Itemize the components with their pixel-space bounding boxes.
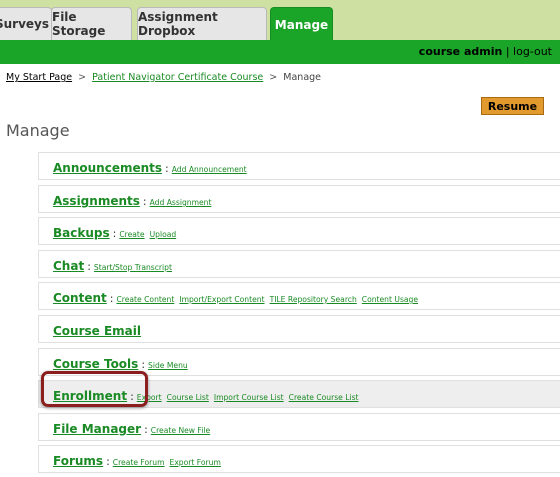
sub-link-tile-repository-search[interactable]: TILE Repository Search: [270, 295, 357, 304]
breadcrumb-separator: >: [78, 72, 87, 83]
tab-surveys[interactable]: Surveys: [0, 7, 52, 40]
user-separator: |: [502, 45, 514, 58]
sub-link-content-usage[interactable]: Content Usage: [362, 295, 418, 304]
tab-file-storage[interactable]: File Storage: [51, 7, 132, 40]
tool-link-assignments[interactable]: Assignments: [53, 194, 140, 208]
tool-link-course-email[interactable]: Course Email: [53, 324, 141, 338]
page-title: Manage: [6, 121, 70, 140]
sub-link-create-forum[interactable]: Create Forum: [113, 458, 165, 467]
logout-link[interactable]: log-out: [513, 45, 552, 58]
tool-row-content: Assignments: Add Assignment: [53, 186, 216, 214]
tool-row-content: Announcements: Add Announcement: [53, 153, 252, 181]
tab-label: File Storage: [52, 10, 106, 38]
tool-row-content: Content: Create Content Import/Export Cont…: [53, 283, 423, 311]
resume-button[interactable]: Resume: [481, 97, 544, 115]
tool-link-forums[interactable]: Forums: [53, 454, 103, 468]
tool-row-course-tools: Course Tools: Side Menu: [38, 348, 560, 376]
sub-link-create-content[interactable]: Create Content: [116, 295, 174, 304]
sub-link-create-new-file[interactable]: Create New File: [151, 426, 210, 435]
tool-row-content: Chat: Start/Stop Transcript: [53, 251, 177, 279]
sub-link-import-export-content[interactable]: Import/Export Content: [179, 295, 264, 304]
tool-row-enrollment: Enrollment: Export Course List Import Cours…: [38, 380, 560, 408]
sub-link-add-assignment[interactable]: Add Assignment: [150, 198, 212, 207]
tool-row-content: File Manager: Create New File: [53, 414, 215, 442]
tool-link-announcements[interactable]: Announcements: [53, 161, 162, 175]
colon-separator: :: [142, 195, 147, 208]
sub-link-import-course-list[interactable]: Import Course List: [214, 393, 284, 402]
tool-link-chat[interactable]: Chat: [53, 259, 84, 273]
sub-link-start-stop-transcript[interactable]: Start/Stop Transcript: [94, 263, 172, 272]
username: course admin: [418, 45, 503, 58]
tool-row-content: Course Email: [53, 316, 141, 344]
tool-row-forums: Forums: Create Forum Export Forum: [38, 445, 560, 473]
tool-row-chat: Chat: Start/Stop Transcript: [38, 250, 560, 278]
tool-row-file-manager: File Manager: Create New File: [38, 413, 560, 441]
tool-row-content: Content: Create Content Import/Export Cont…: [38, 282, 560, 310]
tab-manage[interactable]: Manage: [270, 7, 333, 41]
user-info: course admin | log-out: [419, 40, 552, 64]
tool-row-assignments: Assignments: Add Assignment: [38, 185, 560, 213]
sub-link-export[interactable]: Export: [137, 393, 162, 402]
colon-separator: :: [165, 162, 169, 175]
tab-label: Manage: [274, 17, 329, 32]
breadcrumb: My Start Page > Patient Navigator Certif…: [6, 72, 321, 83]
tab-assignment-dropbox[interactable]: Assignment Dropbox: [137, 7, 267, 40]
breadcrumb-course-link[interactable]: Patient Navigator Certificate Course: [92, 72, 263, 83]
breadcrumb-home-link[interactable]: My Start Page: [6, 72, 72, 83]
tool-row-content: Forums: Create Forum Export Forum: [53, 446, 226, 474]
tool-row-content: Enrollment: Export Course List Import Cours…: [53, 381, 364, 409]
sub-link-export-forum[interactable]: Export Forum: [170, 458, 221, 467]
tool-link-content[interactable]: Content: [53, 291, 107, 305]
colon-separator: :: [87, 260, 91, 273]
sub-link-course-list[interactable]: Course List: [167, 393, 209, 402]
sub-link-create[interactable]: Create: [119, 230, 144, 239]
colon-separator: :: [106, 455, 110, 468]
tool-link-file-manager[interactable]: File Manager: [53, 422, 141, 436]
tool-link-course-tools[interactable]: Course Tools: [53, 357, 138, 371]
tool-link-enrollment[interactable]: Enrollment: [53, 389, 127, 403]
breadcrumb-separator: >: [269, 72, 278, 83]
tool-row-course-email: Course Email: [38, 315, 560, 343]
tool-row-content: Course Tools: Side Menu: [53, 349, 193, 377]
colon-separator: :: [130, 390, 134, 403]
tool-row-backups: Backups: Create Upload: [38, 217, 560, 245]
sub-link-create-course-list[interactable]: Create Course List: [289, 393, 359, 402]
tool-row-announcements: Announcements: Add Announcement: [38, 152, 560, 180]
sub-link-upload[interactable]: Upload: [150, 230, 177, 239]
breadcrumb-current: Manage: [283, 72, 322, 83]
colon-separator: :: [112, 227, 117, 240]
sub-link-side-menu[interactable]: Side Menu: [148, 361, 188, 370]
tool-link-backups[interactable]: Backups: [53, 226, 110, 240]
tool-row-content: Backups: Create Upload: [53, 218, 181, 246]
tab-label: Surveys: [0, 17, 50, 31]
colon-separator: :: [109, 292, 114, 305]
tab-label: Assignment Dropbox: [138, 10, 218, 38]
colon-separator: :: [144, 423, 148, 436]
top-tab-strip: Surveys File Storage Assignment Dropbox …: [0, 0, 560, 41]
colon-separator: :: [141, 358, 146, 371]
sub-link-add-announcement[interactable]: Add Announcement: [172, 165, 247, 174]
